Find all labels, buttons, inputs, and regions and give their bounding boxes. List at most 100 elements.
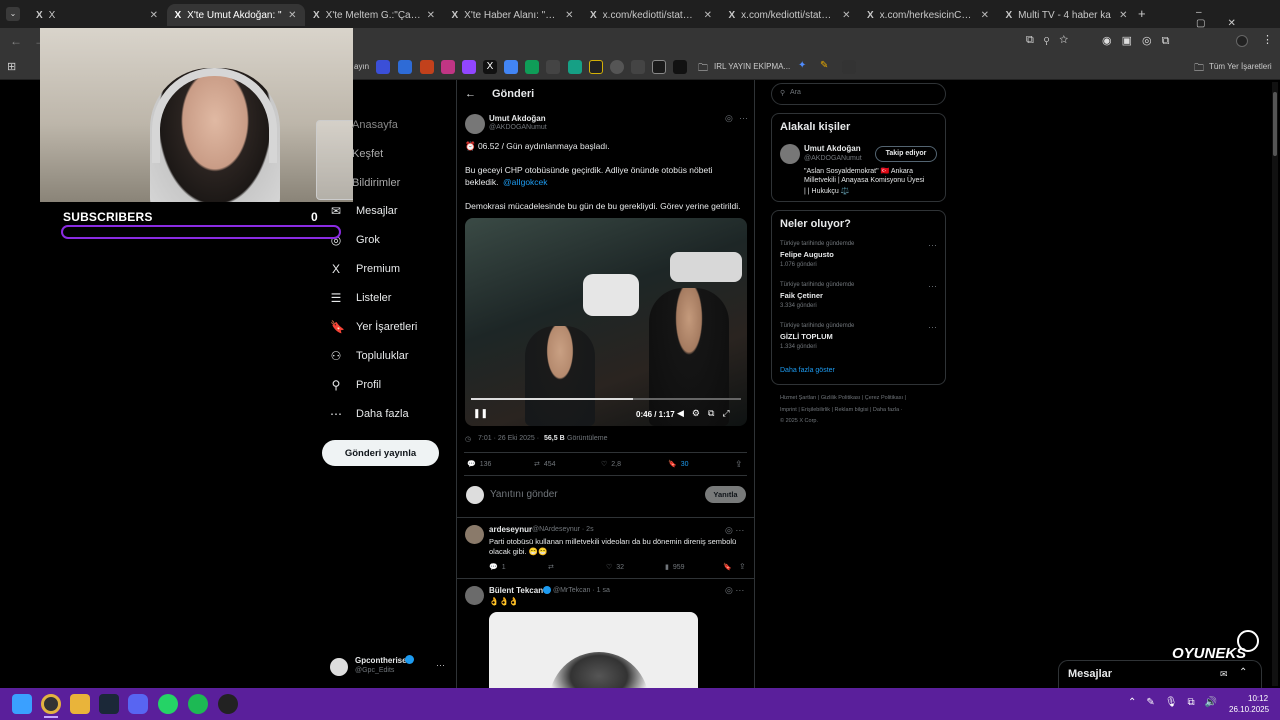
search-input[interactable]: Ara — [790, 89, 801, 96]
x-logo-icon[interactable]: X — [483, 60, 497, 74]
docs-icon[interactable] — [504, 60, 518, 74]
bookmark-icon-9[interactable] — [546, 60, 560, 74]
tab-close-icon[interactable]: ✕ — [427, 10, 435, 21]
trend-item[interactable]: Türkiye tarihinde gündemde Felipe Augusto… — [780, 241, 854, 268]
reply-author-handle[interactable]: @NArdeseynur · 2s — [532, 526, 594, 533]
expand-chevron-icon[interactable]: ⌃ — [1239, 667, 1247, 678]
sidebar-item-8[interactable]: ⚇ Topluluklar — [330, 346, 409, 366]
tweet-avatar[interactable] — [465, 114, 485, 134]
bookmark-icon-13[interactable] — [631, 60, 645, 74]
account-avatar[interactable] — [330, 658, 348, 676]
reply-input[interactable]: Yanıtını gönder — [490, 489, 558, 500]
tweet-more-icon[interactable]: ··· — [739, 113, 748, 123]
tray-icons[interactable]: ⌃✎🎙⧉🔊 — [1128, 697, 1227, 708]
trend-more-icon[interactable]: ··· — [928, 281, 937, 291]
bookmark-icon-12[interactable] — [610, 60, 624, 74]
sidebar-item-label[interactable]: Keşfet — [352, 148, 383, 160]
bookmark-icon-17[interactable]: ✎ — [820, 60, 834, 74]
reply-more-icon[interactable]: ◎ ··· — [725, 525, 744, 536]
browser-tab[interactable]: Xx.com/kediotti/status/19 ✕ — [721, 4, 859, 26]
reply-image[interactable] — [489, 612, 698, 688]
related-handle[interactable]: @AKDOGANumut — [804, 155, 862, 162]
bookmark-action[interactable]: 🔖 30 — [668, 460, 689, 469]
apps-grid-icon[interactable]: ⊞ — [7, 60, 16, 73]
tab-close-icon[interactable]: ✕ — [150, 10, 158, 21]
taskbar-clock-date[interactable]: 26.10.2025 — [1229, 705, 1269, 714]
share-icon[interactable]: ⇪ — [735, 459, 743, 470]
obs-icon[interactable] — [218, 694, 238, 714]
window-controls[interactable]: –▢✕ — [1196, 7, 1280, 29]
back-arrow-icon[interactable]: ← — [465, 88, 476, 100]
sidebar-item-9[interactable]: ⚲ Profil — [330, 375, 381, 395]
trend-more-icon[interactable]: ··· — [928, 322, 937, 332]
browser-tab[interactable]: X X'te Umut Akdoğan: " ✕ — [166, 4, 305, 26]
twitch-icon[interactable] — [462, 60, 476, 74]
reply-button[interactable]: Yanıtla — [705, 486, 746, 503]
reply-bookmark-icon[interactable]: 🔖 — [723, 563, 732, 571]
account-more-icon[interactable]: ··· — [436, 660, 445, 670]
browser-tab[interactable]: X X'te Haber Alanı: "CHP M ✕ — [444, 4, 582, 26]
related-avatar[interactable] — [780, 144, 800, 164]
reply-author-name[interactable]: Bülent Tekcan — [489, 586, 543, 595]
bookmark-icon-2[interactable] — [398, 60, 412, 74]
video-controls-icons[interactable]: ◀⚙⧉⤢ — [677, 408, 738, 419]
following-button[interactable]: Takip ediyor — [875, 146, 937, 162]
sidebar-item-label[interactable]: Bildirimler — [352, 177, 400, 189]
back-arrow-icon[interactable]: ← — [10, 34, 22, 48]
post-button[interactable]: Gönderi yayınla — [322, 440, 439, 466]
whatsapp-icon[interactable] — [158, 694, 178, 714]
sidebar-item-10[interactable]: ⋯ Daha fazla — [330, 404, 409, 424]
trend-item[interactable]: Türkiye tarihinde gündemde GİZLİ TOPLUM 1.… — [780, 323, 854, 350]
tweet-mention-link[interactable]: @alIgokcek — [503, 176, 548, 188]
tab-close-icon[interactable]: ✕ — [842, 10, 850, 21]
footer-line2[interactable]: Imprint | Erişilebilirlik | Reklam bilgi… — [780, 407, 903, 413]
reply-share-icon[interactable]: ⇪ — [739, 562, 746, 571]
bookmark-folder-irl[interactable]: IRL YAYIN EKİPMA... — [714, 62, 790, 71]
reply-author-handle[interactable]: @MrTekcan · 1 sa — [553, 587, 610, 594]
related-name[interactable]: Umut Akdoğan — [804, 144, 861, 153]
compose-message-icon[interactable]: ✉ — [1220, 669, 1228, 680]
trend-more-icon[interactable]: ··· — [928, 240, 937, 250]
bookmark-icon-gemini[interactable]: ✦ — [798, 60, 812, 74]
tweet-author-name[interactable]: Umut Akdoğan — [489, 114, 546, 123]
bookmark-truncated-label[interactable]: ayın — [354, 62, 369, 71]
sheets-icon[interactable] — [525, 60, 539, 74]
tab-close-icon[interactable]: ✕ — [981, 10, 989, 21]
tab-close-icon[interactable]: ✕ — [565, 10, 573, 21]
all-bookmarks-link[interactable]: Tüm Yer İşaretleri — [1209, 62, 1272, 71]
footer-line1[interactable]: Hizmet Şartları | Gizlilik Politikası | … — [780, 395, 906, 401]
reply-action[interactable]: 💬 136 — [467, 460, 491, 469]
scrollbar-thumb[interactable] — [1273, 92, 1277, 156]
instagram-icon[interactable] — [441, 60, 455, 74]
messages-drawer-title[interactable]: Mesajlar — [1068, 668, 1112, 680]
page-scrollbar[interactable] — [1272, 82, 1278, 686]
browser-tab[interactable]: Xx.com/kediotti/status/19 ✕ — [582, 4, 720, 26]
profile-avatar[interactable] — [1236, 35, 1248, 47]
sidebar-item-label[interactable]: Anasayfa — [352, 119, 398, 131]
reply-more-icon[interactable]: ◎ ··· — [725, 585, 744, 596]
video-progress-track[interactable] — [471, 398, 741, 400]
menu-icon[interactable]: ⋮ — [1262, 33, 1273, 46]
reply-views-action[interactable]: ▮ 959 — [665, 563, 685, 572]
taskbar-clock-time[interactable]: 10:12 — [1248, 694, 1268, 703]
sidebar-item-6[interactable]: ☰ Listeler — [330, 288, 392, 308]
tab-close-icon[interactable]: ✕ — [704, 10, 712, 21]
tweet-author-handle[interactable]: @AKDOGANumut — [489, 124, 547, 131]
bookmark-icon-10[interactable] — [568, 60, 582, 74]
grok-icon[interactable]: ◎ — [725, 113, 733, 124]
chrome-icon[interactable] — [41, 694, 61, 714]
reply-like-action[interactable]: ♡ 32 — [606, 563, 624, 572]
toolbar-icons[interactable]: ⧉⚲☆ — [1026, 34, 1078, 47]
browser-tab[interactable]: X X ✕ — [28, 4, 166, 26]
bookmark-icon-18[interactable] — [842, 60, 856, 74]
tab-close-icon[interactable]: ✕ — [1119, 10, 1127, 21]
tab-close-icon[interactable]: ✕ — [288, 10, 296, 21]
tab-search-button[interactable]: ⌄ — [6, 7, 20, 21]
browser-tab[interactable]: Xx.com/herkesicinCHP/sta ✕ — [859, 4, 997, 26]
retweet-action[interactable]: ⇄ 454 — [534, 460, 556, 469]
spotify-icon[interactable] — [188, 694, 208, 714]
steam-icon[interactable] — [99, 694, 119, 714]
pause-icon[interactable]: ❚❚ — [473, 408, 488, 419]
reply-author-name[interactable]: ardeseynur — [489, 525, 532, 534]
bookmark-icon-3[interactable] — [420, 60, 434, 74]
